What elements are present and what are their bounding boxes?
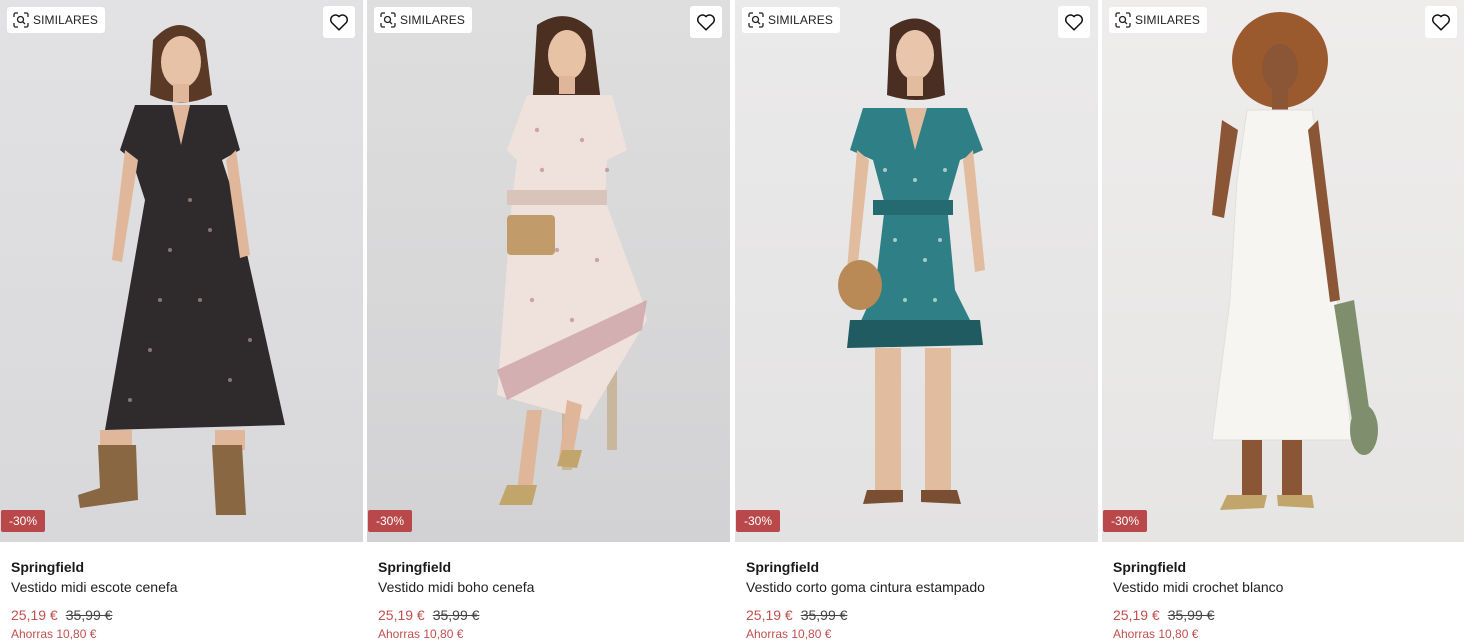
- model-photo: [1211, 12, 1378, 510]
- discount-badge: -30%: [1, 510, 46, 532]
- visual-search-icon: [380, 12, 396, 28]
- product-brand: Springfield: [746, 559, 820, 575]
- savings-text: Ahorras 10,80 €: [378, 627, 464, 641]
- similar-button[interactable]: SIMILARES: [7, 7, 105, 33]
- product-grid: SIMILARES -30% Springfield Vestido midi …: [0, 0, 1464, 644]
- favorite-button[interactable]: [690, 6, 722, 38]
- product-image[interactable]: SIMILARES -30%: [367, 0, 730, 542]
- discount-badge: -30%: [368, 510, 413, 532]
- heart-outline-icon: [1432, 14, 1450, 31]
- product-brand: Springfield: [378, 559, 452, 575]
- model-photo: [838, 18, 985, 504]
- heart-outline-icon: [1065, 14, 1083, 31]
- model-photo: [78, 25, 285, 515]
- similar-button[interactable]: SIMILARES: [374, 7, 472, 33]
- discount-badge: -30%: [736, 510, 781, 532]
- favorite-button[interactable]: [1425, 6, 1457, 38]
- original-price: 35,99 €: [1167, 607, 1215, 623]
- sale-price: 25,19 €: [1113, 607, 1160, 623]
- product-name[interactable]: Vestido midi crochet blanco: [1113, 578, 1454, 596]
- product-name[interactable]: Vestido corto goma cintura estampado: [746, 578, 1087, 596]
- savings-text: Ahorras 10,80 €: [11, 627, 97, 641]
- similar-label: SIMILARES: [400, 13, 465, 27]
- heart-outline-icon: [330, 14, 348, 31]
- product-brand: Springfield: [11, 559, 85, 575]
- original-price: 35,99 €: [432, 607, 480, 623]
- sale-price: 25,19 €: [746, 607, 793, 623]
- similar-label: SIMILARES: [768, 13, 833, 27]
- product-name[interactable]: Vestido midi escote cenefa: [11, 578, 352, 596]
- visual-search-icon: [1115, 12, 1131, 28]
- product-info: Springfield Vestido corto goma cintura e…: [735, 542, 1098, 642]
- price-row: 25,19 € 35,99 €: [746, 606, 1087, 624]
- product-info: Springfield Vestido midi boho cenefa 25,…: [367, 542, 730, 642]
- model-photo: [497, 16, 647, 505]
- savings-text: Ahorras 10,80 €: [746, 627, 832, 641]
- similar-button[interactable]: SIMILARES: [742, 7, 840, 33]
- product-card[interactable]: SIMILARES -30% Springfield Vestido midi …: [367, 0, 730, 644]
- product-card[interactable]: SIMILARES -30% Springfield Vestido midi …: [0, 0, 363, 644]
- product-brand: Springfield: [1113, 559, 1187, 575]
- heart-outline-icon: [697, 14, 715, 31]
- product-image[interactable]: SIMILARES -30%: [0, 0, 363, 542]
- price-row: 25,19 € 35,99 €: [11, 606, 352, 624]
- savings-text: Ahorras 10,80 €: [1113, 627, 1199, 641]
- similar-label: SIMILARES: [1135, 13, 1200, 27]
- favorite-button[interactable]: [1058, 6, 1090, 38]
- product-info: Springfield Vestido midi crochet blanco …: [1102, 542, 1464, 642]
- product-image[interactable]: SIMILARES -30%: [735, 0, 1098, 542]
- product-card[interactable]: SIMILARES -30% Springfield Vestido midi …: [1102, 0, 1464, 644]
- product-image[interactable]: SIMILARES -30%: [1102, 0, 1464, 542]
- product-info: Springfield Vestido midi escote cenefa 2…: [0, 542, 363, 642]
- favorite-button[interactable]: [323, 6, 355, 38]
- sale-price: 25,19 €: [378, 607, 425, 623]
- price-row: 25,19 € 35,99 €: [378, 606, 719, 624]
- original-price: 35,99 €: [800, 607, 848, 623]
- similar-label: SIMILARES: [33, 13, 98, 27]
- original-price: 35,99 €: [65, 607, 113, 623]
- visual-search-icon: [748, 12, 764, 28]
- visual-search-icon: [13, 12, 29, 28]
- discount-badge: -30%: [1103, 510, 1148, 532]
- price-row: 25,19 € 35,99 €: [1113, 606, 1454, 624]
- similar-button[interactable]: SIMILARES: [1109, 7, 1207, 33]
- product-card[interactable]: SIMILARES -30% Springfield Vestido corto…: [735, 0, 1098, 644]
- sale-price: 25,19 €: [11, 607, 58, 623]
- product-name[interactable]: Vestido midi boho cenefa: [378, 578, 719, 596]
